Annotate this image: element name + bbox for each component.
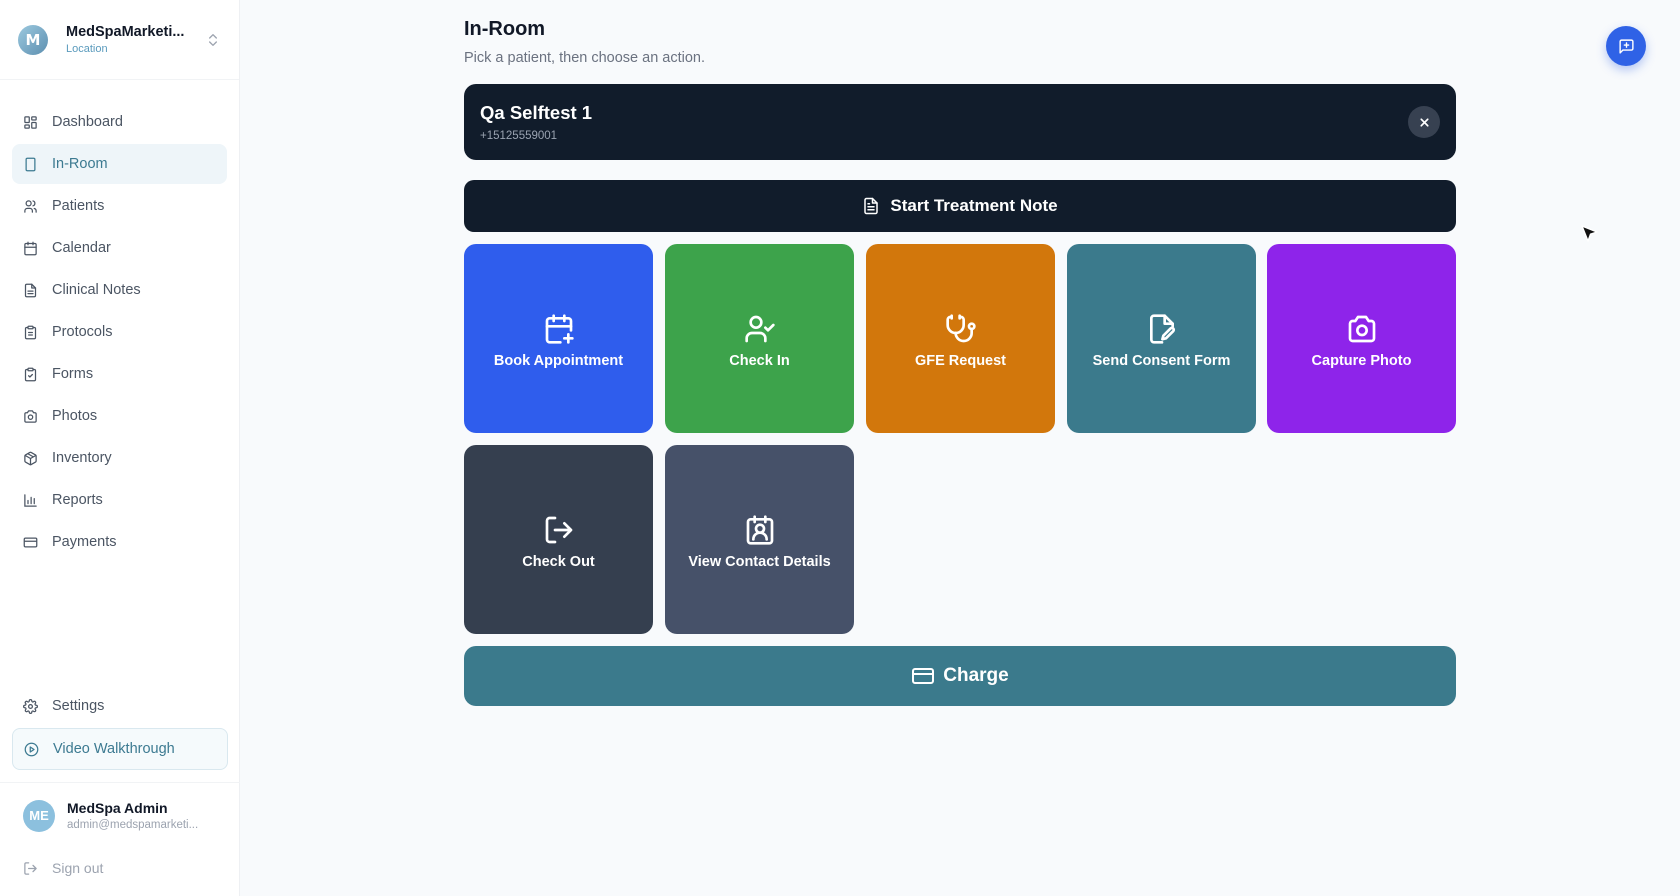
org-text: MedSpaMarketi... Location	[66, 24, 199, 55]
sidebar-footer: Settings Video Walkthrough ME MedSpa Adm…	[0, 686, 240, 896]
contact-card-icon	[746, 514, 773, 545]
user-profile[interactable]: ME MedSpa Admin admin@medspamarketi...	[0, 782, 240, 848]
sidebar: M MedSpaMarketi... Location Dashboard In…	[0, 0, 240, 896]
video-walkthrough-button[interactable]: Video Walkthrough	[12, 728, 228, 770]
user-info: MedSpa Admin admin@medspamarketi...	[67, 800, 198, 831]
sidebar-item-photos[interactable]: Photos	[12, 396, 227, 436]
tablet-icon	[25, 157, 36, 171]
package-icon	[24, 451, 37, 465]
user-check-icon	[744, 315, 775, 342]
credit-card-icon	[23, 537, 38, 547]
tile-label: Check Out	[522, 553, 595, 570]
user-name: MedSpa Admin	[67, 800, 168, 816]
sidebar-item-label: Reports	[52, 492, 103, 508]
tile-label: View Contact Details	[688, 553, 831, 570]
tile-label: Send Consent Form	[1092, 352, 1231, 369]
sidebar-item-label: In-Room	[52, 156, 108, 172]
users-icon	[24, 199, 37, 213]
feedback-button[interactable]	[1606, 26, 1646, 66]
sidebar-item-label: Protocols	[52, 324, 113, 340]
org-switcher[interactable]: M MedSpaMarketi... Location	[0, 0, 239, 80]
sidebar-item-protocols[interactable]: Protocols	[12, 312, 227, 352]
patient-phone: +15125559001	[480, 130, 558, 142]
clipboard-icon	[24, 325, 37, 339]
play-circle-icon	[24, 742, 39, 756]
camera-icon	[1348, 315, 1375, 342]
sidebar-item-label: Clinical Notes	[52, 282, 141, 298]
selected-patient-card: Qa Selftest 1 +15125559001	[464, 84, 1456, 160]
sign-out-button[interactable]: Sign out	[0, 848, 240, 888]
file-signature-icon	[1149, 313, 1175, 344]
gfe-request-tile[interactable]: GFE Request	[866, 244, 1055, 433]
org-location-label: Location	[66, 43, 108, 55]
charge-label: Charge	[943, 665, 1009, 686]
tile-label: GFE Request	[914, 352, 1007, 369]
video-walkthrough-label: Video Walkthrough	[53, 741, 175, 757]
document-icon	[24, 283, 37, 297]
calendar-icon	[24, 241, 37, 255]
page-title: In-Room	[464, 18, 546, 40]
sidebar-item-clinical-notes[interactable]: Clinical Notes	[12, 270, 227, 310]
start-treatment-note-label: Start Treatment Note	[890, 196, 1058, 215]
mouse-cursor-icon	[1581, 225, 1598, 242]
sidebar-item-forms[interactable]: Forms	[12, 354, 227, 394]
sidebar-item-label: Calendar	[52, 240, 111, 256]
tile-label: Check In	[729, 352, 790, 369]
check-out-tile[interactable]: Check Out	[464, 445, 653, 634]
send-consent-form-tile[interactable]: Send Consent Form	[1067, 244, 1256, 433]
sidebar-item-calendar[interactable]: Calendar	[12, 228, 227, 268]
view-contact-details-tile[interactable]: View Contact Details	[665, 445, 854, 634]
check-in-tile[interactable]: Check In	[665, 244, 854, 433]
tile-label: Capture Photo	[1311, 352, 1412, 369]
bar-chart-icon	[24, 493, 37, 507]
org-logo: M	[18, 24, 48, 55]
sign-out-label: Sign out	[52, 860, 104, 876]
charge-button[interactable]: Charge	[464, 646, 1456, 706]
logout-icon	[24, 861, 37, 875]
sidebar-item-settings[interactable]: Settings	[12, 686, 228, 726]
sidebar-item-label: Dashboard	[52, 114, 123, 130]
camera-icon	[24, 409, 37, 423]
sidebar-item-label: Forms	[52, 366, 94, 382]
document-icon	[864, 197, 879, 215]
avatar: ME	[23, 799, 55, 832]
sidebar-item-label: Photos	[52, 408, 98, 424]
gear-icon	[23, 698, 38, 714]
start-treatment-note-button[interactable]: Start Treatment Note	[464, 180, 1456, 232]
sidebar-item-label: Settings	[52, 698, 105, 714]
sidebar-item-patients[interactable]: Patients	[12, 186, 227, 226]
sidebar-nav: Dashboard In-Room Patients Calendar Clin…	[0, 80, 239, 562]
calendar-plus-icon	[545, 313, 574, 344]
sidebar-item-dashboard[interactable]: Dashboard	[12, 102, 227, 142]
close-icon	[1419, 117, 1429, 127]
sidebar-item-reports[interactable]: Reports	[12, 480, 227, 520]
org-name: MedSpaMarketi...	[66, 24, 185, 40]
chevron-up-down-icon	[209, 33, 217, 46]
logout-icon	[545, 516, 572, 543]
sidebar-item-label: Payments	[52, 534, 117, 550]
page-subtitle: Pick a patient, then choose an action.	[464, 50, 706, 66]
sidebar-item-inventory[interactable]: Inventory	[12, 438, 227, 478]
clear-patient-button[interactable]	[1408, 106, 1440, 138]
sidebar-item-label: Patients	[52, 198, 105, 214]
message-plus-icon	[1618, 38, 1634, 54]
stethoscope-icon	[945, 313, 976, 342]
book-appointment-tile[interactable]: Book Appointment	[464, 244, 653, 433]
patient-name: Qa Selftest 1	[480, 102, 593, 123]
dashboard-icon	[24, 115, 37, 129]
tile-label: Book Appointment	[493, 352, 624, 369]
clipboard-check-icon	[24, 367, 37, 381]
sidebar-item-in-room[interactable]: In-Room	[12, 144, 227, 184]
user-email: admin@medspamarketi...	[67, 819, 199, 831]
capture-photo-tile[interactable]: Capture Photo	[1267, 244, 1456, 433]
credit-card-icon	[912, 668, 935, 684]
sidebar-item-payments[interactable]: Payments	[12, 522, 227, 562]
sidebar-item-label: Inventory	[52, 450, 112, 466]
